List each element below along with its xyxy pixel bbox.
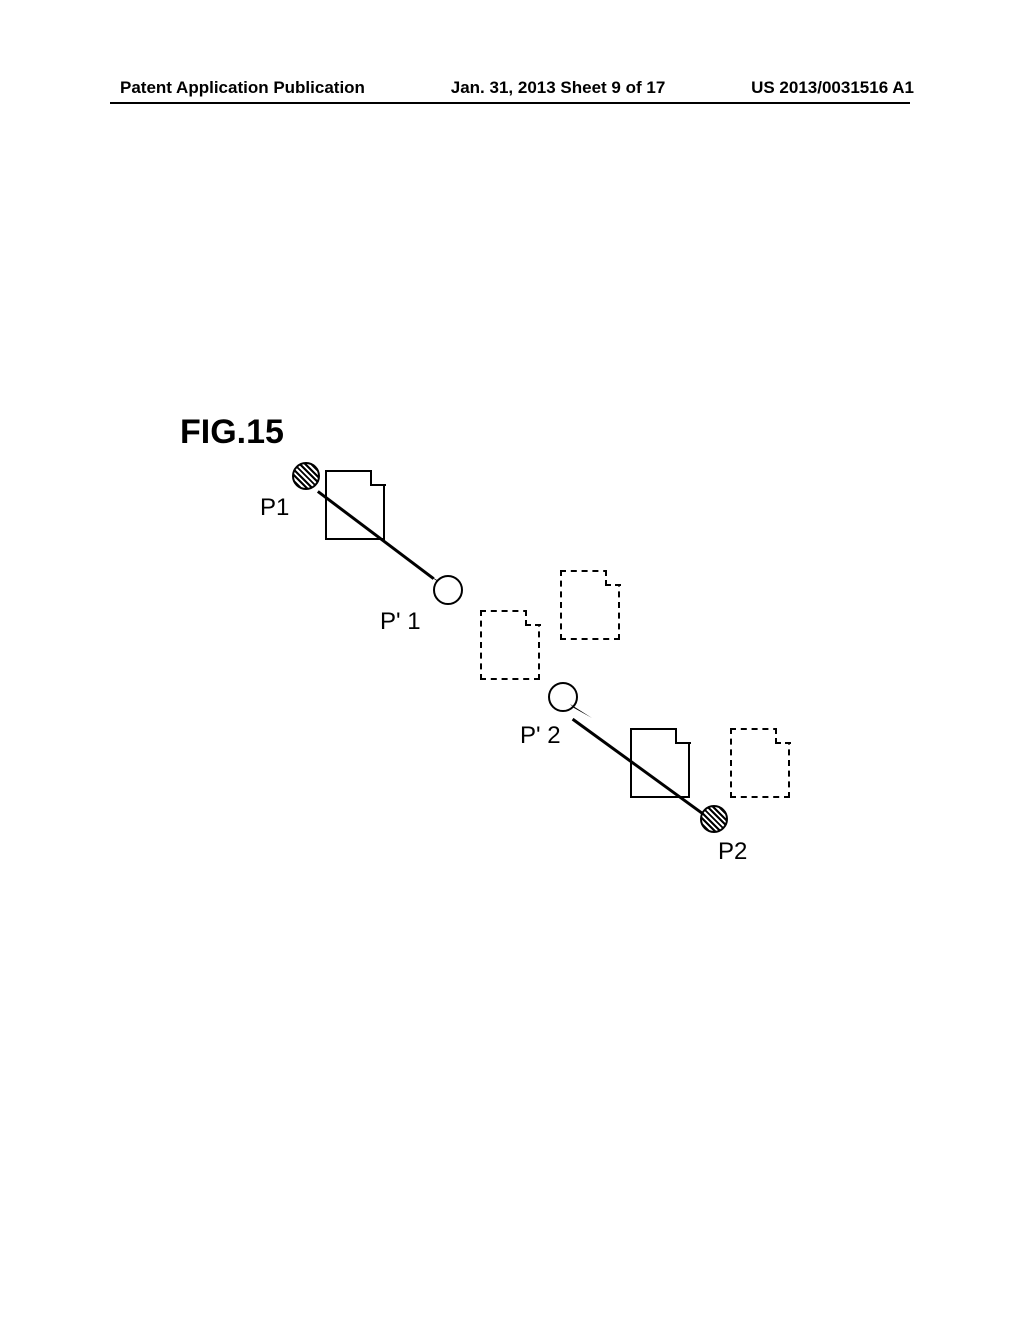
document-fold bbox=[675, 728, 691, 744]
document-icon-dashed-right bbox=[730, 728, 790, 798]
header-publication: Patent Application Publication bbox=[120, 78, 365, 98]
document-fold bbox=[525, 610, 541, 626]
arrowhead-icon bbox=[570, 700, 592, 722]
diagram-fig15: P1 P' 1 P' 2 P2 bbox=[230, 460, 830, 900]
document-icon-solid-bottom bbox=[630, 728, 690, 798]
point-p1-circle bbox=[292, 462, 320, 490]
label-p2prime: P' 2 bbox=[520, 722, 561, 750]
figure-label: FIG.15 bbox=[180, 413, 284, 452]
page-header: Patent Application Publication Jan. 31, … bbox=[0, 78, 1024, 98]
label-p1: P1 bbox=[260, 494, 289, 522]
header-patent-number: US 2013/0031516 A1 bbox=[751, 78, 914, 98]
document-fold bbox=[605, 570, 621, 586]
document-icon-dashed-center-right bbox=[560, 570, 620, 640]
label-p1prime: P' 1 bbox=[380, 608, 421, 636]
label-p2: P2 bbox=[718, 838, 747, 866]
document-icon-dashed-center-left bbox=[480, 610, 540, 680]
document-fold bbox=[370, 470, 386, 486]
header-date-sheet: Jan. 31, 2013 Sheet 9 of 17 bbox=[451, 78, 666, 98]
header-rule bbox=[110, 102, 910, 104]
point-p1prime-circle bbox=[433, 575, 463, 605]
document-fold bbox=[775, 728, 791, 744]
point-p2-circle bbox=[700, 805, 728, 833]
